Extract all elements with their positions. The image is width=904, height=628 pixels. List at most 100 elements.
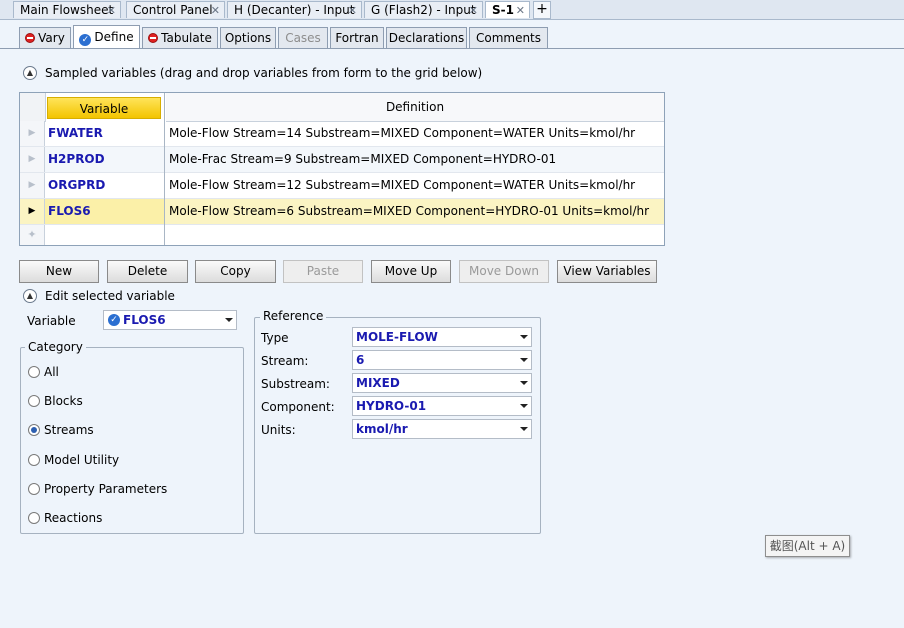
radio-label[interactable]: Streams <box>44 422 94 438</box>
row-selector-icon[interactable]: ▶ <box>20 121 45 146</box>
type-select[interactable]: MOLE-FLOW <box>352 327 532 347</box>
tab-declarations[interactable]: Declarations <box>386 27 467 48</box>
tab-tabulate[interactable]: Tabulate <box>142 27 218 48</box>
row-definition[interactable]: Mole-Flow Stream=6 Substream=MIXED Compo… <box>169 199 649 224</box>
row-variable[interactable]: FWATER <box>48 121 103 146</box>
substream-value: MIXED <box>356 376 400 390</box>
tab-label: Comments <box>475 31 542 45</box>
variable-value: FLOS6 <box>123 313 166 327</box>
chevron-down-icon[interactable] <box>520 335 528 339</box>
status-complete-icon: ✓ <box>108 314 120 326</box>
close-icon[interactable]: ✕ <box>516 2 525 19</box>
status-error-icon <box>148 33 159 43</box>
doc-tab-label: H (Decanter) - Input <box>234 3 355 17</box>
chevron-down-icon[interactable] <box>520 404 528 408</box>
chevron-down-icon[interactable] <box>520 427 528 431</box>
doc-tab-label: Control Panel <box>133 3 213 17</box>
units-label: Units: <box>261 423 296 437</box>
doc-tab-label: G (Flash2) - Input <box>371 3 476 17</box>
table-row-new[interactable]: ✦ <box>20 225 664 245</box>
variable-select[interactable]: ✓ FLOS6 <box>103 310 237 330</box>
current-row-arrow-icon[interactable]: ▶ <box>20 199 45 224</box>
radio-label[interactable]: Reactions <box>44 510 102 526</box>
edit-section-title: Edit selected variable <box>45 289 175 303</box>
chevron-down-icon[interactable] <box>520 381 528 385</box>
tab-fortran[interactable]: Fortran <box>330 27 384 48</box>
tab-label: Vary <box>38 31 65 45</box>
row-definition[interactable]: Mole-Flow Stream=12 Substream=MIXED Comp… <box>169 173 635 198</box>
doc-tab-decanter-input[interactable]: H (Decanter) - Input ✕ <box>227 1 362 18</box>
delete-button[interactable]: Delete <box>107 260 188 283</box>
table-row-selected[interactable]: ▶ FLOS6 Mole-Flow Stream=6 Substream=MIX… <box>20 199 664 224</box>
row-selector-icon[interactable]: ▶ <box>20 173 45 198</box>
row-variable[interactable]: H2PROD <box>48 147 105 172</box>
radio-label[interactable]: Model Utility <box>44 452 119 468</box>
close-icon[interactable]: ✕ <box>211 2 220 19</box>
add-tab-icon[interactable]: + <box>533 1 551 19</box>
radio-property-parameters[interactable] <box>28 483 40 495</box>
column-separator <box>164 93 165 245</box>
stream-select[interactable]: 6 <box>352 350 532 370</box>
new-row-icon[interactable]: ✦ <box>20 225 45 245</box>
view-variables-button[interactable]: View Variables <box>557 260 657 283</box>
radio-label[interactable]: All <box>44 364 59 380</box>
row-selector-icon[interactable]: ▶ <box>20 147 45 172</box>
sampled-variables-grid[interactable]: Variable Definition ▶ FWATER Mole-Flow S… <box>19 92 665 246</box>
close-icon[interactable]: ✕ <box>348 2 357 19</box>
radio-label[interactable]: Property Parameters <box>44 481 167 497</box>
row-variable[interactable]: FLOS6 <box>45 199 164 224</box>
sampled-section-title: Sampled variables (drag and drop variabl… <box>45 66 483 80</box>
paste-button[interactable]: Paste <box>283 260 363 283</box>
tab-options[interactable]: Options <box>220 27 276 48</box>
chevron-down-icon[interactable] <box>225 318 233 322</box>
doc-tab-s1[interactable]: S-1 ✕ <box>485 1 530 18</box>
move-up-button[interactable]: Move Up <box>371 260 451 283</box>
row-definition[interactable]: Mole-Flow Stream=14 Substream=MIXED Comp… <box>169 121 635 146</box>
radio-streams[interactable] <box>28 424 40 436</box>
radio-model-utility[interactable] <box>28 454 40 466</box>
doc-tab-control-panel[interactable]: Control Panel ✕ <box>126 1 225 18</box>
tab-cases[interactable]: Cases <box>278 27 328 48</box>
row-variable[interactable]: ORGPRD <box>48 173 105 198</box>
collapse-up-icon[interactable]: ▲ <box>23 289 37 303</box>
units-select[interactable]: kmol/hr <box>352 419 532 439</box>
copy-button[interactable]: Copy <box>195 260 276 283</box>
tab-comments[interactable]: Comments <box>469 27 548 48</box>
chevron-down-icon[interactable] <box>520 358 528 362</box>
stream-value: 6 <box>356 353 365 367</box>
tab-divider <box>0 48 904 49</box>
doc-tab-main-flowsheet[interactable]: Main Flowsheet ✕ <box>13 1 121 18</box>
substream-select[interactable]: MIXED <box>352 373 532 393</box>
doc-tab-label: Main Flowsheet <box>20 3 114 17</box>
type-value: MOLE-FLOW <box>356 330 438 344</box>
screenshot-tooltip: 截图(Alt + A) <box>765 535 850 557</box>
close-icon[interactable]: ✕ <box>107 2 116 19</box>
column-header-variable[interactable]: Variable <box>47 97 161 119</box>
collapse-up-icon[interactable]: ▲ <box>23 66 37 80</box>
radio-label[interactable]: Blocks <box>44 393 83 409</box>
stream-label: Stream: <box>261 354 309 368</box>
tab-vary[interactable]: Vary <box>19 27 71 48</box>
column-header-definition[interactable]: Definition <box>166 93 664 122</box>
document-tab-bar: Main Flowsheet ✕ Control Panel ✕ H (Deca… <box>0 0 904 20</box>
tab-label: Cases <box>285 31 321 45</box>
row-definition[interactable]: Mole-Frac Stream=9 Substream=MIXED Compo… <box>169 147 556 172</box>
component-label: Component: <box>261 400 335 414</box>
move-down-button[interactable]: Move Down <box>459 260 549 283</box>
substream-label: Substream: <box>261 377 330 391</box>
table-row[interactable]: ▶ H2PROD Mole-Frac Stream=9 Substream=MI… <box>20 147 664 172</box>
category-title: Category <box>25 340 86 354</box>
tab-label: Fortran <box>335 31 379 45</box>
tab-label: Options <box>224 31 272 45</box>
radio-all[interactable] <box>28 366 40 378</box>
doc-tab-label: S-1 <box>492 3 514 17</box>
doc-tab-flash2-input[interactable]: G (Flash2) - Input ✕ <box>364 1 483 18</box>
table-row[interactable]: ▶ ORGPRD Mole-Flow Stream=12 Substream=M… <box>20 173 664 198</box>
close-icon[interactable]: ✕ <box>469 2 478 19</box>
new-button[interactable]: New <box>19 260 99 283</box>
radio-reactions[interactable] <box>28 512 40 524</box>
tab-define[interactable]: ✓ Define <box>73 25 140 49</box>
table-row[interactable]: ▶ FWATER Mole-Flow Stream=14 Substream=M… <box>20 121 664 146</box>
radio-blocks[interactable] <box>28 395 40 407</box>
component-select[interactable]: HYDRO-01 <box>352 396 532 416</box>
